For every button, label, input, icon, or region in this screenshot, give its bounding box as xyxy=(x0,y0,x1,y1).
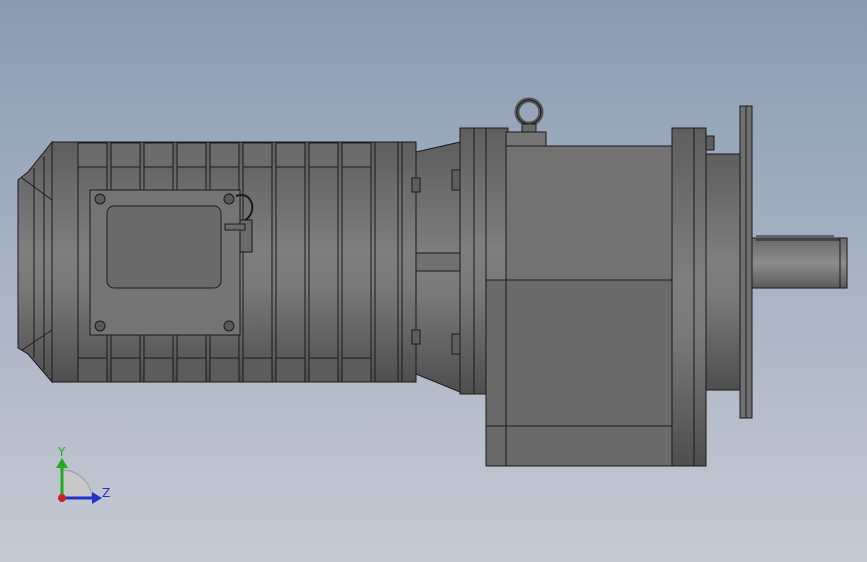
triad-arc xyxy=(61,469,93,499)
z-axis-label: Z xyxy=(102,486,110,500)
lifting-eye xyxy=(505,97,547,147)
cad-viewport[interactable]: Y Z xyxy=(0,0,867,562)
adapter-flange xyxy=(411,141,461,393)
x-axis-dot xyxy=(58,494,66,502)
terminal-box xyxy=(89,189,254,336)
output-flange xyxy=(739,105,753,419)
gear-motor-model[interactable]: Y Z xyxy=(0,0,867,562)
output-hub xyxy=(705,153,743,391)
y-axis-arrow xyxy=(56,458,68,468)
gearbox-housing xyxy=(485,127,715,467)
output-shaft xyxy=(751,235,848,289)
y-axis-label: Y xyxy=(57,445,66,459)
fan-cover xyxy=(17,140,53,384)
axis-triad: Y Z xyxy=(56,445,110,504)
z-axis-arrow xyxy=(92,492,102,504)
